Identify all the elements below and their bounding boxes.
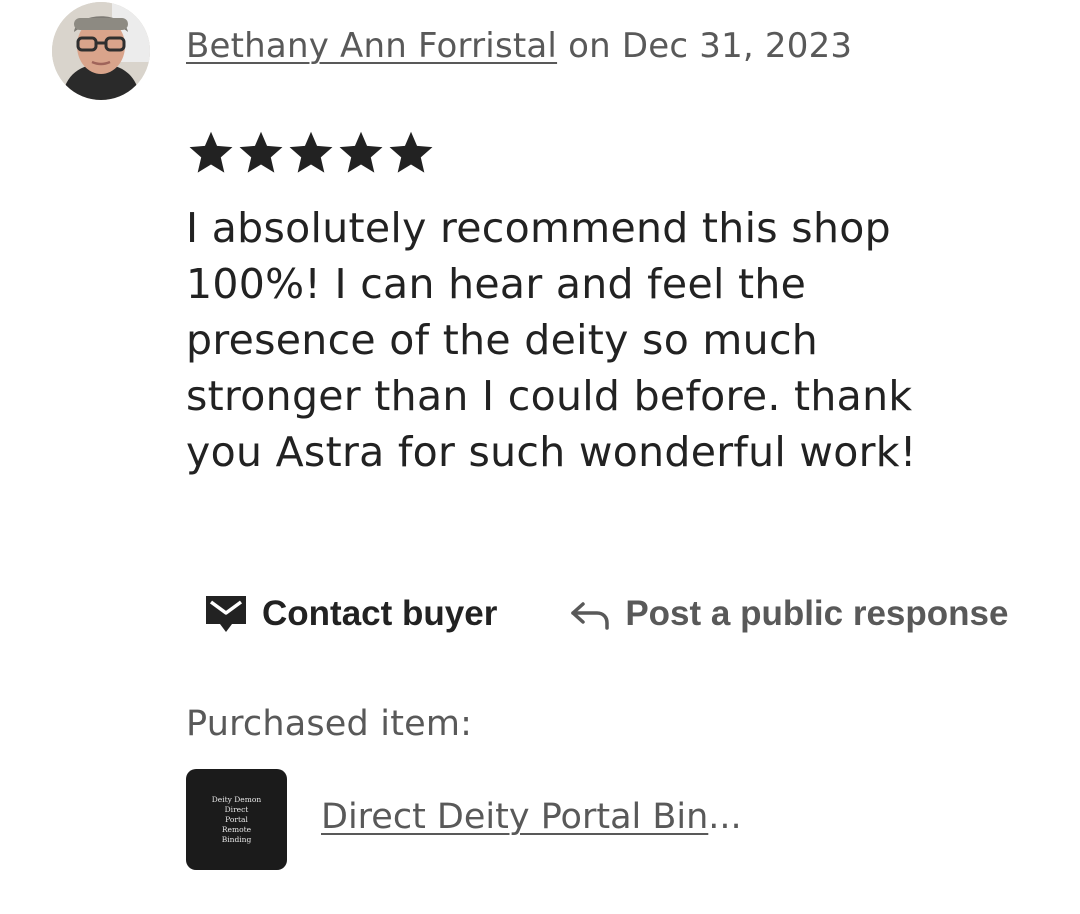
purchased-item-ellipsis: ... [708,797,742,837]
review-actions: Contact buyer Post a public response [204,594,1008,634]
purchased-item-link[interactable]: Direct Deity Portal Bin... [321,797,742,837]
star-icon [339,131,383,173]
avatar-photo [52,2,150,100]
star-icon [239,131,283,173]
star-rating [186,128,436,178]
reviewer-avatar[interactable] [52,2,150,100]
star-icon [389,131,433,173]
thumbnail-text-line: Portal [225,814,248,824]
mail-chat-icon [206,596,246,632]
reviewer-name-link[interactable]: Bethany Ann Forristal [186,26,557,66]
purchased-item-label: Purchased item: [186,704,473,744]
review-text: I absolutely recommend this shop 100%! I… [186,204,917,476]
star-icon [289,131,333,173]
thumbnail-text-line: Remote [221,824,252,834]
post-public-response-button[interactable]: Post a public response [569,594,1008,634]
purchased-item-title: Direct Deity Portal Bin [321,797,709,837]
thumbnail-text-line: Deity Demon [211,794,262,804]
thumbnail-text-line: Binding [221,834,252,844]
star-icon [189,131,233,173]
contact-buyer-button[interactable]: Contact buyer [204,594,497,634]
contact-buyer-label: Contact buyer [262,594,498,633]
review-date: on Dec 31, 2023 [557,26,853,66]
review-meta: Bethany Ann Forristal on Dec 31, 2023 [186,26,852,66]
purchased-item-thumbnail[interactable]: Deity Demon Direct Portal Remote Binding [186,769,287,870]
reply-arrow-icon [571,602,610,630]
thumbnail-text-line: Direct [224,804,249,814]
post-public-response-label: Post a public response [625,594,1009,633]
